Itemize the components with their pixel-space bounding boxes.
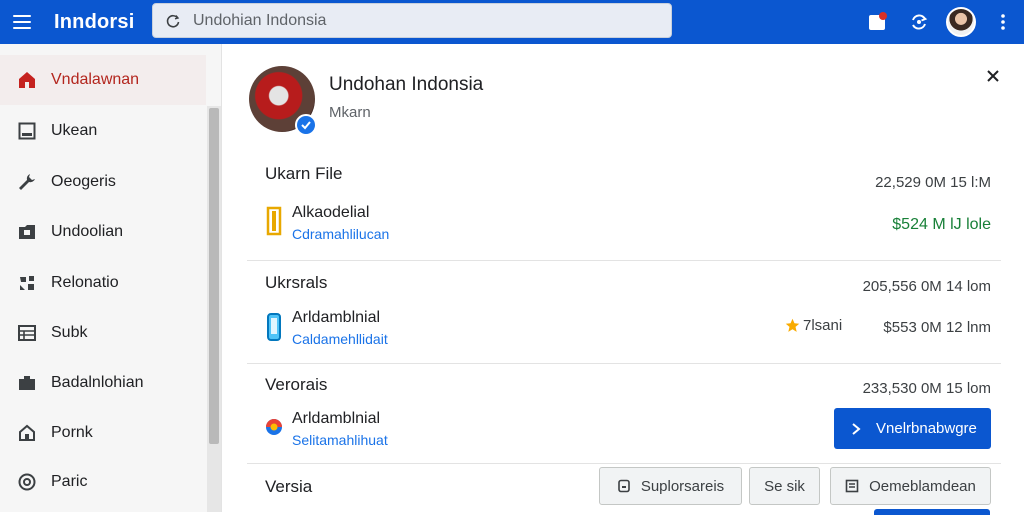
sidebar-item-label: Vndalawnan (51, 71, 140, 88)
primary-action-label: Vnelrbnabwgre (876, 420, 977, 437)
refresh-icon[interactable] (165, 13, 181, 29)
search-input[interactable] (193, 11, 653, 30)
rating: 7lsani (785, 317, 842, 334)
divider (247, 463, 1001, 464)
phone-icon (265, 312, 283, 342)
circle-info-icon (16, 471, 38, 493)
rating-value: 7lsani (803, 317, 843, 334)
avatar[interactable] (940, 0, 982, 44)
sidebar-item-home[interactable]: Vndalawnan (0, 55, 206, 105)
suplorsareis-button[interactable]: Suplorsareis (599, 467, 742, 505)
profile-name: Undohan Indonsia (329, 74, 484, 95)
section-title: Verorais (265, 375, 328, 394)
folder-icon (16, 221, 38, 243)
sidebar-item-label: Ukean (51, 122, 98, 139)
sidebar-item-label: Subk (51, 324, 88, 341)
details-panel: Undohan Indonsia Mkarn Ukarn File 22,529… (223, 44, 1024, 515)
sidebar-item-subk[interactable]: Subk (0, 308, 206, 358)
sidebar-item-label: Pornk (51, 424, 93, 441)
document-icon (618, 479, 630, 493)
item-name: Alkaodelial (292, 204, 370, 221)
close-icon[interactable] (979, 62, 1007, 90)
profile-subtitle: Mkarn (329, 104, 371, 121)
sidebar-item-paric[interactable]: Paric (0, 457, 206, 507)
se-sik-button[interactable]: Se sik (749, 467, 820, 505)
sidebar-item-relonatio[interactable]: Relonatio (0, 258, 206, 308)
section-meta: 205,556 0M 14 lom (862, 278, 991, 295)
sync-icon[interactable] (898, 0, 940, 44)
sidebar-item-label: Undoolian (51, 223, 124, 240)
file-icon (265, 206, 283, 236)
gear-icon (16, 272, 38, 294)
item-link[interactable]: Selitamahlihuat (292, 432, 388, 448)
section-title: Ukarn File (265, 164, 343, 183)
item-link[interactable]: Cdramahlilucan (292, 226, 389, 242)
divider (247, 260, 1001, 261)
item-name: Arldamblnial (292, 309, 381, 326)
item-price: $553 0M 12 lnm (883, 319, 991, 336)
item-link[interactable]: Caldamehllidait (292, 331, 388, 347)
home-icon (16, 69, 38, 91)
menu-icon[interactable] (0, 0, 44, 44)
section-meta: 22,529 0M 15 l:M (875, 174, 991, 191)
house-outline-icon (16, 422, 38, 444)
app-logo-icon (265, 412, 283, 442)
section-meta: 233,530 0M 15 lom (862, 380, 991, 397)
search-bar[interactable] (152, 3, 672, 38)
more-vert-icon[interactable] (982, 0, 1024, 44)
divider (247, 363, 1001, 364)
chevron-right-icon (852, 422, 861, 435)
sidebar-item-label: Paric (51, 473, 88, 490)
section-title: Ukrsrals (265, 273, 328, 292)
sidebar-scroll-thumb[interactable] (209, 108, 219, 444)
list-icon (845, 479, 859, 493)
sidebar-item-ukean[interactable]: Ukean (0, 106, 206, 156)
sidebar-item-undoolian[interactable]: Undoolian (0, 207, 206, 257)
square-icon (16, 120, 38, 142)
button-label: Se sik (764, 477, 805, 495)
item-name: Arldamblnial (292, 410, 381, 427)
sidebar-item-label: Oeogeris (51, 173, 116, 190)
notification-icon[interactable] (856, 0, 898, 44)
item-price: $524 M lJ lole (892, 216, 991, 233)
sidebar-item-badalnlohian[interactable]: Badalnlohian (0, 358, 206, 408)
partially-visible-button[interactable] (874, 509, 990, 515)
sidebar-item-oeogeris[interactable]: Oeogeris (0, 157, 206, 207)
button-label: Suplorsareis (640, 477, 725, 495)
oemeblamdean-button[interactable]: Oemeblamdean (830, 467, 991, 505)
table-icon (16, 322, 38, 344)
briefcase-icon (16, 372, 38, 394)
section-title: Versia (265, 477, 313, 496)
wrench-icon (16, 171, 38, 193)
verified-badge-icon (295, 114, 317, 136)
sidebar-item-label: Badalnlohian (51, 374, 144, 391)
sidebar-item-pornk[interactable]: Pornk (0, 408, 206, 458)
star-icon (785, 318, 800, 332)
button-label: Oemeblamdean (869, 477, 976, 495)
top-app-bar: Inndorsi (0, 0, 1024, 44)
sidebar-item-label: Relonatio (51, 274, 119, 291)
sidebar: Vndalawnan Ukean Oeogeris Undoolian Relo… (0, 44, 222, 512)
app-title: Inndorsi (54, 10, 135, 33)
primary-action-button[interactable]: Vnelrbnabwgre (834, 408, 991, 449)
